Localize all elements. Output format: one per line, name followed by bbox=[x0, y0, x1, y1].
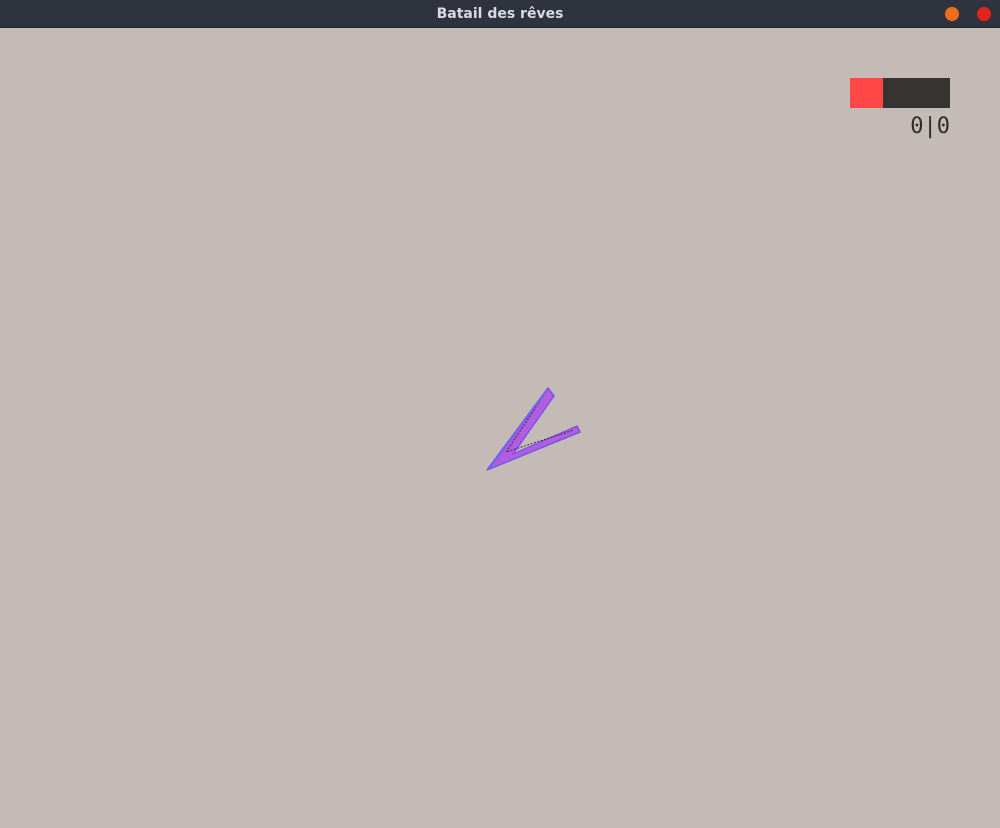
game-window: Batail des rêves 0|0 bbox=[0, 0, 1000, 828]
window-title: Batail des rêves bbox=[436, 6, 564, 22]
ship-body bbox=[486, 387, 581, 471]
game-canvas[interactable]: 0|0 bbox=[0, 28, 1000, 828]
minimize-button[interactable] bbox=[945, 7, 959, 21]
title-bar[interactable]: Batail des rêves bbox=[0, 0, 1000, 28]
close-button[interactable] bbox=[977, 7, 991, 21]
player-ship-icon bbox=[486, 387, 581, 471]
